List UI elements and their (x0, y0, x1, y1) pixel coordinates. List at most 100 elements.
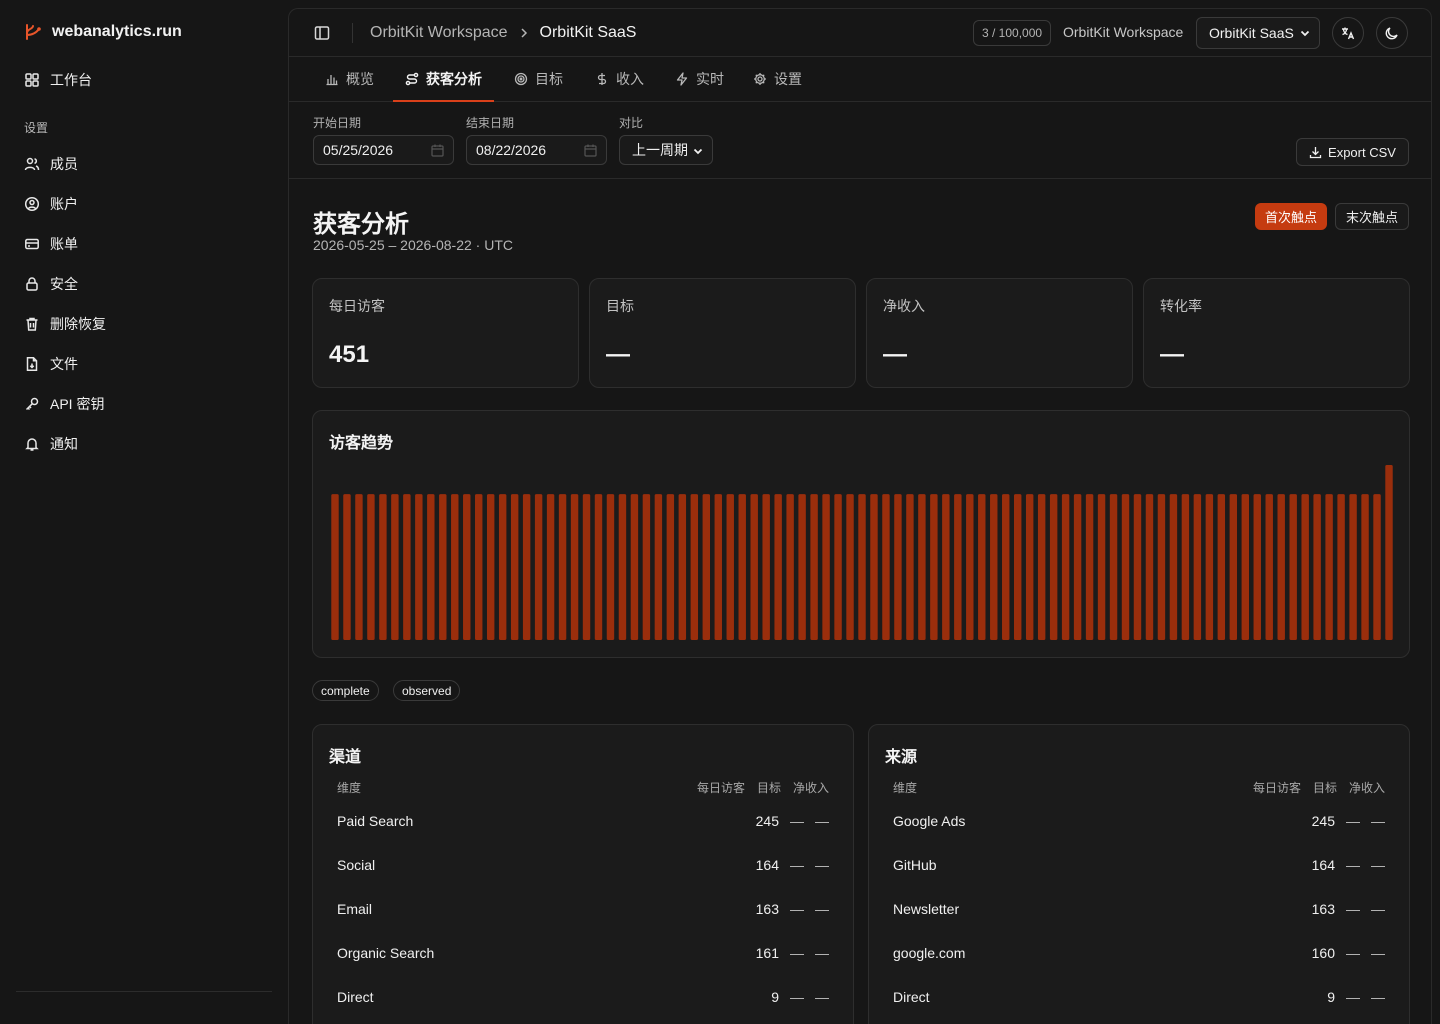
sidebar-toggle-icon[interactable] (313, 24, 331, 42)
trend-bar[interactable] (1205, 494, 1214, 640)
trend-bar[interactable] (463, 494, 471, 640)
trend-bar[interactable] (726, 494, 734, 640)
theme-toggle-button[interactable] (1376, 17, 1408, 49)
trend-bar[interactable] (606, 494, 615, 640)
trend-bar[interactable] (1097, 494, 1106, 640)
trend-bar[interactable] (331, 494, 339, 640)
trend-bar[interactable] (654, 494, 663, 640)
trend-bar[interactable] (1373, 494, 1381, 640)
tab-acquisition[interactable]: 获客分析 (393, 57, 494, 102)
table-row[interactable]: Email 163 — — (337, 887, 829, 931)
trend-bar[interactable] (1277, 494, 1285, 640)
trend-bar[interactable] (475, 494, 483, 640)
sidebar-item-members[interactable]: 成员 (16, 148, 272, 180)
trend-bar[interactable] (1385, 465, 1393, 640)
trend-bar[interactable] (498, 494, 507, 640)
trend-bar[interactable] (990, 494, 998, 640)
trend-bar[interactable] (379, 494, 387, 640)
trend-bar[interactable] (870, 494, 878, 640)
trend-bar[interactable] (882, 494, 890, 640)
trend-bar[interactable] (427, 494, 435, 640)
table-row[interactable]: Google Ads 245 — — (893, 799, 1385, 843)
trend-bar[interactable] (714, 494, 722, 640)
trend-bar[interactable] (978, 494, 986, 640)
trend-bar[interactable] (1229, 494, 1238, 640)
tab-goals[interactable]: 目标 (502, 57, 575, 101)
export-csv-button[interactable]: Export CSV (1296, 138, 1409, 166)
trend-bar[interactable] (355, 494, 363, 640)
trend-bar[interactable] (1025, 494, 1034, 640)
trend-bar[interactable] (894, 494, 902, 640)
trend-bar[interactable] (774, 494, 782, 640)
trend-bar[interactable] (906, 494, 914, 640)
trend-bar[interactable] (1013, 494, 1022, 640)
trend-bar[interactable] (534, 494, 543, 640)
legend-pill-complete[interactable]: complete (312, 680, 379, 701)
trend-bar[interactable] (522, 494, 531, 640)
trend-bar[interactable] (1037, 494, 1046, 640)
trend-bar[interactable] (786, 494, 794, 640)
sidebar-item-security[interactable]: 安全 (16, 268, 272, 300)
sidebar-item-trash[interactable]: 删除恢复 (16, 308, 272, 340)
trend-bar[interactable] (930, 494, 938, 640)
trend-bar[interactable] (750, 494, 758, 640)
tab-settings[interactable]: 设置 (741, 57, 814, 101)
trend-bar[interactable] (391, 494, 399, 640)
trend-bar[interactable] (942, 494, 950, 640)
sidebar-item-workbench[interactable]: 工作台 (16, 64, 272, 96)
trend-bar[interactable] (1265, 494, 1273, 640)
trend-bar[interactable] (666, 494, 675, 640)
trend-bar[interactable] (1049, 494, 1058, 640)
trend-bar[interactable] (594, 494, 603, 640)
trend-bar[interactable] (1133, 494, 1142, 640)
trend-bar[interactable] (558, 494, 567, 640)
trend-bar[interactable] (367, 494, 375, 640)
calendar-icon[interactable] (431, 144, 444, 157)
trend-bar[interactable] (1217, 494, 1226, 640)
trend-bar[interactable] (343, 494, 351, 640)
trend-bar[interactable] (834, 494, 842, 640)
trend-bar[interactable] (1289, 494, 1297, 640)
table-row[interactable]: Newsletter 163 — — (893, 887, 1385, 931)
trend-bar[interactable] (1157, 494, 1166, 640)
trend-bar[interactable] (1253, 494, 1261, 640)
trend-bar[interactable] (1061, 494, 1070, 640)
trend-bar[interactable] (954, 494, 962, 640)
calendar-icon[interactable] (584, 144, 597, 157)
sidebar-item-files[interactable]: 文件 (16, 348, 272, 380)
table-row[interactable]: Paid Search 245 — — (337, 799, 829, 843)
last-touch-button[interactable]: 末次触点 (1335, 203, 1409, 230)
tab-revenue[interactable]: 收入 (583, 57, 656, 101)
sidebar-item-notifications[interactable]: 通知 (16, 428, 272, 460)
trend-bar[interactable] (1337, 494, 1345, 640)
trend-bar[interactable] (1181, 494, 1190, 640)
table-row[interactable]: google.com 160 — — (893, 931, 1385, 975)
trend-bar[interactable] (1085, 494, 1094, 640)
table-row[interactable]: GitHub 164 — — (893, 843, 1385, 887)
trend-bar[interactable] (1109, 494, 1118, 640)
trend-bar[interactable] (510, 494, 519, 640)
trend-bar[interactable] (618, 494, 627, 640)
brand[interactable]: webanalytics.run (24, 20, 182, 44)
trend-bar[interactable] (1241, 494, 1249, 640)
trend-bar[interactable] (486, 494, 495, 640)
trend-bar[interactable] (702, 494, 711, 640)
trend-bar[interactable] (738, 494, 746, 640)
trend-bar[interactable] (1313, 494, 1321, 640)
trend-bar[interactable] (678, 494, 687, 640)
trend-bar[interactable] (1301, 494, 1309, 640)
trend-bar[interactable] (415, 494, 423, 640)
breadcrumb-workspace[interactable]: OrbitKit Workspace (370, 24, 508, 42)
tab-realtime[interactable]: 实时 (663, 57, 736, 101)
start-date-input[interactable]: 05/25/2026 (313, 135, 454, 165)
trend-bar[interactable] (918, 494, 926, 640)
trend-bar[interactable] (1121, 494, 1130, 640)
tab-overview[interactable]: 概览 (313, 57, 386, 101)
first-touch-button[interactable]: 首次触点 (1255, 203, 1327, 230)
sidebar-item-billing[interactable]: 账单 (16, 228, 272, 260)
sidebar-item-account[interactable]: 账户 (16, 188, 272, 220)
trend-bar[interactable] (546, 494, 555, 640)
trend-bar[interactable] (1325, 494, 1333, 640)
project-select[interactable]: OrbitKit SaaS (1196, 17, 1320, 49)
table-row[interactable]: Direct 9 — — (337, 975, 829, 1019)
